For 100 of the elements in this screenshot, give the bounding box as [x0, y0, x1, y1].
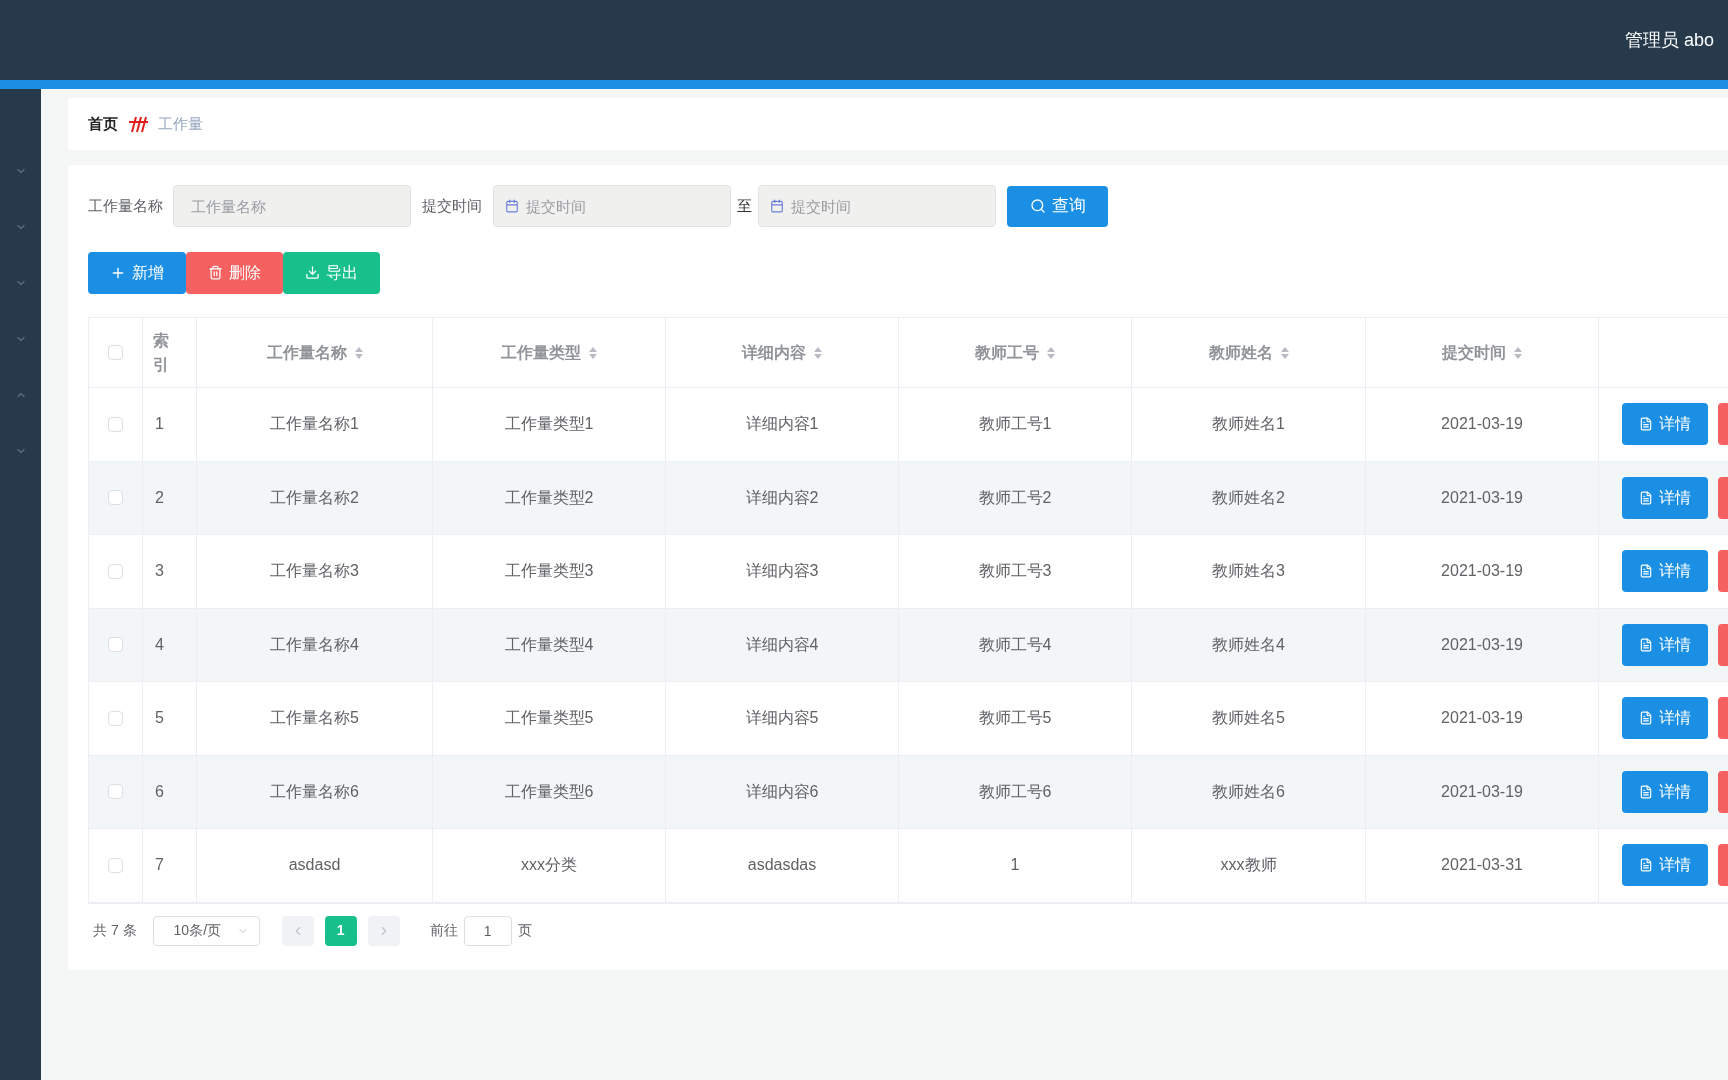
- table-cell-text: 详细内容5: [745, 708, 819, 729]
- table-cell-text: 6: [155, 781, 164, 802]
- detail-button[interactable]: 详情: [1622, 623, 1708, 666]
- checkbox[interactable]: [108, 416, 123, 432]
- table-cell-text: 工作量名称6: [270, 781, 359, 802]
- detail-button[interactable]: 详情: [1622, 770, 1708, 813]
- table-cell-text: 2021-03-19: [1441, 561, 1523, 582]
- checkbox[interactable]: [108, 563, 123, 579]
- checkbox[interactable]: [108, 857, 123, 873]
- sort-icon[interactable]: [1047, 345, 1055, 360]
- checkbox[interactable]: [108, 345, 123, 360]
- column-header: 工作量名称: [266, 342, 347, 363]
- table-cell-text: 详细内容1: [745, 414, 819, 435]
- table-cell-text: 工作量名称3: [270, 561, 359, 582]
- table-cell-text: 教师姓名4: [1212, 634, 1285, 655]
- sort-icon[interactable]: [354, 345, 363, 360]
- sort-icon[interactable]: [589, 345, 597, 360]
- table-cell-text: 工作量类型6: [504, 781, 594, 802]
- end-date-field[interactable]: 提交时间: [758, 185, 996, 227]
- table-cell-text: xxx分类: [521, 855, 577, 876]
- table-cell-text: asdasd: [288, 855, 341, 876]
- table-cell-text: 教师工号6: [978, 781, 1052, 802]
- next-page-button[interactable]: [367, 915, 400, 946]
- table-cell-text: 详细内容4: [745, 634, 819, 655]
- detail-button[interactable]: 详情: [1622, 697, 1708, 740]
- checkbox[interactable]: [108, 490, 123, 506]
- table-row[interactable]: 5 工作量名称5 工作量类型5 详细内容5 教师工号5 教师姓名5 2021-03-19 详情: [89, 682, 1728, 756]
- table-cell-text: 教师工号1: [978, 414, 1052, 435]
- breadcrumb-link[interactable]: 首页: [88, 112, 118, 136]
- page-button[interactable]: 1: [324, 915, 357, 946]
- document-icon: [1639, 564, 1653, 579]
- name-input-field[interactable]: 工作量名称: [173, 185, 411, 227]
- column-header: 详细内容: [742, 342, 806, 363]
- table-cell-text: 教师工号5: [978, 708, 1052, 729]
- document-icon: [1639, 490, 1653, 505]
- column-header: 提交时间: [1442, 342, 1506, 363]
- add-button[interactable]: 新增: [88, 251, 186, 294]
- sort-icon[interactable]: [814, 345, 822, 360]
- table-cell-text: 工作量名称2: [270, 487, 359, 508]
- user-name[interactable]: 管理员 abo: [1624, 26, 1714, 54]
- calendar-icon: [505, 199, 519, 213]
- table-row[interactable]: 4 工作量名称4 工作量类型4 详细内容4 教师工号4 教师姓名4 2021-03-19 详情: [89, 608, 1728, 682]
- detail-button[interactable]: 详情: [1622, 844, 1708, 887]
- previous-page-button[interactable]: [281, 915, 314, 946]
- trash-icon: [208, 265, 223, 280]
- table-cell-text: 教师姓名6: [1212, 781, 1285, 802]
- table-cell-text: xxx教师: [1220, 855, 1277, 876]
- table-cell-text: 1: [1010, 855, 1020, 876]
- column-header: 工作量类型: [501, 342, 581, 363]
- table-cell-text: 2021-03-19: [1441, 708, 1523, 729]
- table-cell-text: 工作量名称5: [270, 708, 359, 729]
- total-count: 共 7 条: [93, 921, 137, 940]
- column-header: 教师姓名: [1208, 342, 1273, 363]
- table-cell-text: asdasdas: [747, 855, 817, 876]
- checkbox[interactable]: [108, 784, 123, 800]
- sort-icon[interactable]: [1514, 345, 1522, 360]
- table-row[interactable]: 3 工作量名称3 工作量类型3 详细内容3 教师工号3 教师姓名3 2021-03-19 详情: [89, 535, 1728, 609]
- table-cell-text: 工作量类型3: [504, 561, 594, 582]
- search-button[interactable]: 查询: [1007, 185, 1108, 227]
- table-row[interactable]: 6 工作量名称6 工作量类型6 详细内容6 教师工号6 教师姓名6 2021-03-19 详情: [89, 755, 1728, 829]
- range-separator: 至: [737, 195, 752, 216]
- checkbox[interactable]: [108, 637, 123, 653]
- table-cell-text: 工作量类型2: [504, 487, 594, 508]
- export-button[interactable]: 导出: [283, 251, 380, 294]
- delete-button[interactable]: 删除: [186, 251, 283, 294]
- table-cell-text: 工作量名称4: [270, 634, 359, 655]
- start-date-field[interactable]: 提交时间: [493, 185, 731, 227]
- detail-button[interactable]: 详情: [1622, 403, 1708, 446]
- table-cell-text: 4: [155, 634, 164, 655]
- table-cell-text: 2: [155, 487, 164, 508]
- table-cell-text: 工作量类型4: [504, 634, 594, 655]
- sort-icon[interactable]: [1280, 345, 1289, 360]
- detail-button[interactable]: 详情: [1622, 550, 1708, 593]
- breadcrumb-current: 工作量: [158, 113, 203, 134]
- table-row[interactable]: 7 asdasd xxx分类 asdasdas 1 xxx教师 2021-03-31 详情: [89, 829, 1728, 903]
- table-cell-text: 2021-03-31: [1441, 855, 1523, 876]
- filter-label: 提交时间: [422, 195, 482, 216]
- detail-button[interactable]: 详情: [1622, 476, 1708, 519]
- search-icon: [1029, 198, 1046, 214]
- table-cell-text: 工作量类型1: [504, 414, 594, 435]
- table-cell-text: 详细内容2: [745, 487, 819, 508]
- page-input-field[interactable]: 1: [463, 915, 512, 946]
- checkbox[interactable]: [108, 710, 123, 726]
- table-cell-text: 2021-03-19: [1441, 414, 1523, 435]
- document-icon: [1639, 637, 1653, 652]
- table-row[interactable]: 1 工作量名称1 工作量类型1 详细内容1 教师工号1 教师姓名1 2021-03-19 详情: [89, 388, 1728, 462]
- document-icon: [1639, 711, 1653, 726]
- goto-label: 前往: [429, 921, 458, 940]
- table-row[interactable]: 2 工作量名称2 工作量类型2 详细内容2 教师工号2 教师姓名2 2021-03-19 详情: [89, 461, 1728, 535]
- download-icon: [305, 265, 320, 280]
- table-cell-text: 7: [155, 855, 164, 876]
- separator-icon: [127, 115, 149, 133]
- table-cell-text: 工作量名称1: [270, 414, 359, 435]
- table-cell-text: 教师姓名3: [1212, 561, 1285, 582]
- table-cell-text: 教师工号3: [978, 561, 1052, 582]
- table-cell-text: 1: [155, 414, 164, 435]
- table-cell-text: 5: [155, 708, 164, 729]
- table-cell-text: 教师姓名1: [1212, 414, 1285, 435]
- page-size-select[interactable]: 10条/页: [152, 915, 260, 946]
- column-header: 索引: [153, 330, 170, 375]
